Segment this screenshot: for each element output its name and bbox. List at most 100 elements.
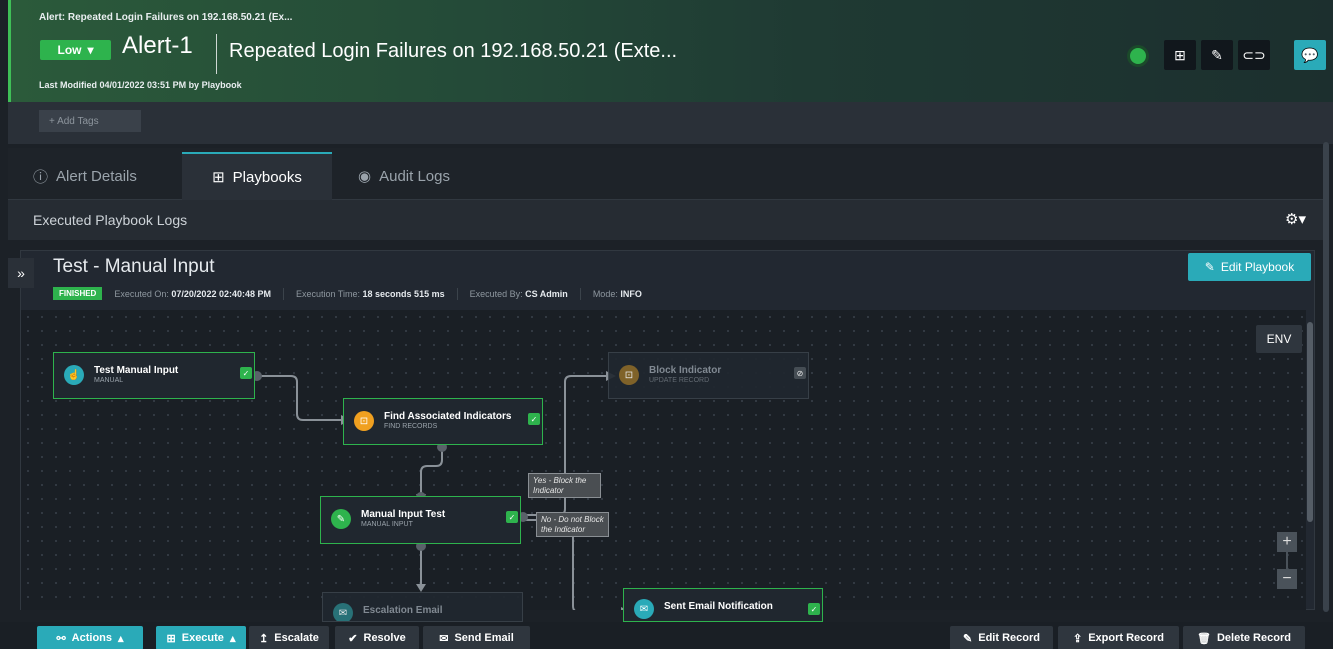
tags-row: + Add Tags [8,102,1333,144]
find-records-icon: ⊡ [354,411,374,431]
last-modified: Last Modified 04/01/2022 03:51 PM by Pla… [39,80,242,90]
playbook-node[interactable]: ✉ Sent Email Notification ✓ [623,588,823,622]
executed-by-label: Executed By: [469,288,523,299]
actions-button[interactable]: ⚯ Actions ▴ [37,626,143,649]
page: Alert: Repeated Login Failures on 192.16… [0,0,1333,649]
export-icon: ⇪ [1072,632,1083,645]
tab-label: Audit Logs [379,167,450,185]
executed-logs-bar: Executed Playbook Logs ⚙▾ [8,200,1328,240]
escalate-button[interactable]: ↥ Escalate [249,626,329,649]
status-indicator-icon [1130,48,1146,64]
execute-button[interactable]: ⊞ Execute ▴ [156,626,246,649]
node-title: Block Indicator [649,365,722,376]
escalate-label: Escalate [274,632,319,644]
send-email-label: Send Email [454,632,514,644]
playbook-node[interactable]: ☝ Test Manual Input MANUAL ✓ [53,352,255,399]
settings-dropdown[interactable]: ⚙▾ [1285,210,1306,228]
meta-divider [579,287,581,300]
page-scrollbar[interactable] [1323,142,1329,612]
info-icon: ⓘ [33,168,49,186]
update-record-icon: ⊡ [619,365,639,385]
playbook-node[interactable]: ✉ Escalation Email [322,592,523,622]
zoom-in-button[interactable]: + [1277,532,1297,552]
playbook-icon: ⊞ [166,632,176,645]
check-icon: ✓ [808,603,820,615]
tab-playbooks[interactable]: ⊞ Playbooks [182,152,332,200]
playbook-node[interactable]: ⊡ Block Indicator UPDATE RECORD ⊘ [608,352,809,399]
executed-on-value: 07/20/2022 02:40:48 PM [171,288,271,299]
resolve-label: Resolve [363,632,406,644]
playbook-node[interactable]: ⊡ Find Associated Indicators FIND RECORD… [343,398,543,445]
playbook-node[interactable]: ✎ Manual Input Test MANUAL INPUT ✓ [320,496,521,544]
execution-time-value: 18 seconds 515 ms [362,288,445,299]
double-chevron-right-icon: » [17,265,25,281]
edit-record-button[interactable]: ✎ Edit Record [950,626,1053,649]
tab-audit-logs[interactable]: ◉ Audit Logs [358,152,488,200]
arrow-icon [416,584,426,592]
title-divider [216,34,217,74]
tab-label: Alert Details [56,167,137,185]
connector-line [420,445,443,494]
playbook-title: Test - Manual Input [53,256,215,277]
tab-label: Playbooks [232,168,302,186]
resolve-button[interactable]: ✔ Resolve [335,626,419,649]
execution-meta: FINISHED Executed On: 07/20/2022 02:40:4… [53,287,642,300]
playbook-button[interactable]: ⊞ [1164,40,1196,70]
edit-button[interactable]: ✎ [1201,40,1233,70]
edit-record-label: Edit Record [978,632,1040,644]
delete-record-label: Delete Record [1216,632,1291,644]
pencil-icon: ✎ [1204,260,1215,274]
tab-bar: ⓘ Alert Details ⊞ Playbooks ◉ Audit Logs [8,148,1328,200]
connector-line [254,375,341,421]
zoom-out-button[interactable]: − [1277,569,1297,589]
trash-icon: 🗑 [1197,632,1211,645]
arrow-up-icon: ↥ [259,632,269,645]
link-icon: ⊂⊃ [1242,46,1266,63]
mode-value: INFO [620,288,642,299]
branch-label-yes: Yes - Block the Indicator [528,473,601,499]
node-subtitle: MANUAL INPUT [361,521,413,528]
node-title: Escalation Email [363,605,443,616]
check-icon: ✓ [528,413,540,425]
add-tags-button[interactable]: + Add Tags [39,110,141,132]
edit-playbook-label: Edit Playbook [1220,260,1295,274]
email-icon: ✉ [333,603,353,621]
manual-trigger-icon: ☝ [64,365,84,385]
severity-dropdown[interactable]: Low ▾ [40,40,111,60]
node-subtitle: UPDATE RECORD [649,377,710,384]
expand-sidebar-button[interactable]: » [8,258,34,288]
chevron-down-icon: ▾ [87,43,94,57]
executed-by-value: CS Admin [525,288,568,299]
export-record-label: Export Record [1088,632,1164,644]
export-record-button[interactable]: ⇪ Export Record [1058,626,1179,649]
canvas-scrollbar[interactable] [1307,322,1313,522]
manual-input-icon: ✎ [331,509,351,529]
skipped-icon: ⊘ [794,367,806,379]
env-button[interactable]: ENV [1256,325,1302,353]
email-icon: ✉ [634,599,654,619]
playbook-icon: ⊞ [212,169,225,186]
delete-record-button[interactable]: 🗑 Delete Record [1183,626,1305,649]
send-email-button[interactable]: ✉ Send Email [423,626,530,649]
node-subtitle: MANUAL [94,377,124,384]
alert-header: Alert: Repeated Login Failures on 192.16… [8,0,1333,102]
link-button[interactable]: ⊂⊃ [1238,40,1270,70]
status-badge: FINISHED [53,287,103,300]
mode-label: Mode: [592,288,618,299]
alert-title: Repeated Login Failures on 192.168.50.21… [229,40,678,62]
chevron-up-icon: ▴ [229,632,236,645]
node-title: Test Manual Input [94,365,179,376]
check-icon: ✓ [506,511,518,523]
node-title: Find Associated Indicators [384,411,512,422]
tab-alert-details[interactable]: ⓘ Alert Details [33,152,173,200]
collaboration-button[interactable]: 💬 [1294,40,1326,70]
eye-icon: ◉ [358,168,372,185]
edit-playbook-button[interactable]: ✎ Edit Playbook [1188,253,1311,281]
pencil-icon: ✎ [1211,46,1223,63]
edit-icon: ✎ [963,632,973,645]
gear-icon: ⚙▾ [1285,211,1306,228]
zoom-track [1286,551,1288,569]
actions-label: Actions [71,632,113,644]
executed-logs-title: Executed Playbook Logs [33,212,188,228]
check-icon: ✔ [348,632,358,645]
